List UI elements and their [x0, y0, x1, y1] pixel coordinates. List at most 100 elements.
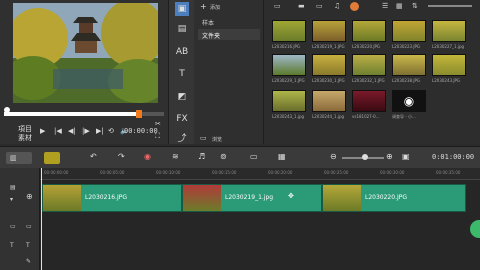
folder-item-sample[interactable]: 样本	[202, 18, 214, 27]
video-track-icon[interactable]: ▤	[10, 184, 16, 191]
prev-frame-icon[interactable]: ◀|	[68, 127, 76, 135]
video-filter-icon[interactable]: ▬	[298, 2, 305, 10]
graphic-icon[interactable]: ◩	[175, 90, 189, 104]
preview-image	[13, 3, 158, 103]
timeline-ruler[interactable]: 00:00:00:00 00:00:05:00 00:00:10:00 00:0…	[40, 168, 480, 180]
library-label-5: L2030227_1.jpg	[432, 44, 465, 49]
browse-label[interactable]: 浏览	[212, 136, 222, 143]
home-icon[interactable]: |◀	[54, 127, 62, 135]
list-view-icon[interactable]: ☰	[382, 2, 388, 10]
repeat-icon[interactable]: ⟲	[108, 127, 114, 135]
thumbnail-view-icon[interactable]: ▦	[396, 2, 403, 10]
mark-out-handle[interactable]	[136, 110, 142, 118]
library-thumb-7[interactable]	[312, 54, 346, 76]
motion-tracking-icon[interactable]: ⊚	[220, 152, 227, 161]
library-label-1: L2030216.JPG	[272, 44, 301, 49]
library-label-14: 调查导 - 小...	[392, 114, 416, 119]
library-thumb-5[interactable]	[432, 20, 466, 42]
thumbnail-size-slider[interactable]	[428, 5, 472, 7]
add-folder-label[interactable]: 添加	[210, 4, 220, 11]
filter-icon[interactable]: FX	[175, 112, 189, 126]
add-track-icon[interactable]	[470, 220, 480, 238]
import-folder-icon[interactable]: ▭	[274, 2, 281, 10]
sound-mixer-icon[interactable]: ≋	[172, 152, 179, 161]
timeline-playhead[interactable]	[41, 168, 42, 270]
library-label-7: L2030230_1.JPG	[312, 78, 345, 83]
preview-video[interactable]	[13, 3, 158, 103]
track-visibility-icon[interactable]: ⊕	[26, 192, 33, 201]
sort-icon[interactable]: ⇅	[412, 2, 418, 10]
zoom-out-icon[interactable]: ⊖	[330, 152, 337, 161]
library-thumb-14[interactable]: ◉	[392, 90, 426, 112]
path-icon[interactable]: ⤴	[175, 130, 189, 144]
library-thumb-8[interactable]	[352, 54, 386, 76]
title-track-label[interactable]: T	[10, 242, 14, 249]
transition-icon[interactable]: AB	[175, 45, 189, 59]
fit-project-icon[interactable]: ▣	[402, 152, 410, 161]
clip-name-1: L2030216.JPG	[85, 194, 128, 201]
library-label-6: L2030229_1.JPG	[272, 78, 305, 83]
library-thumb-1[interactable]	[272, 20, 306, 42]
library-label-9: L2030238.JPG	[392, 78, 421, 83]
ruler-tick: 00:00:15:00	[212, 170, 237, 175]
timeline-toolbar: ▥ ↶ ↷ ◉ ≋ ♬ ⊚ ▭ ▦ ⊖ ⊕ ▣ 0:01:00:00	[0, 146, 480, 168]
library-thumb-11[interactable]	[272, 90, 306, 112]
split-icon[interactable]: ✂	[155, 120, 161, 128]
overlay-visibility-icon[interactable]: ▭	[26, 223, 32, 230]
title-track-icon[interactable]: T	[26, 242, 30, 249]
ruler-tick: 00:00:10:00	[156, 170, 181, 175]
add-folder-icon[interactable]: +	[200, 2, 207, 11]
timeline-view-button[interactable]	[44, 152, 60, 164]
subtitle-editor-icon[interactable]: ▭	[250, 152, 258, 161]
audio-filter-icon[interactable]: ♫	[334, 2, 340, 10]
title-icon[interactable]: T	[175, 67, 189, 81]
next-frame-icon[interactable]: |▶	[82, 127, 90, 135]
end-icon[interactable]: ▶|	[96, 127, 104, 135]
zoom-slider-handle[interactable]	[362, 154, 368, 160]
library-label-4: L2030223.JPG	[392, 44, 421, 49]
move-cursor-icon: ✥	[288, 192, 294, 200]
library-thumb-4[interactable]	[392, 20, 426, 42]
ruler-tick: 00:00:30:00	[380, 170, 405, 175]
library-thumb-13[interactable]	[352, 90, 386, 112]
multi-camera-icon[interactable]: ▦	[278, 152, 286, 161]
library-label-12: L2030244_1.jpg	[312, 114, 345, 119]
timeline-clip-1[interactable]: L2030216.JPG	[42, 184, 182, 212]
voice-track-icon[interactable]: ✎	[26, 258, 31, 265]
undo-icon[interactable]: ↶	[90, 152, 97, 161]
project-duration[interactable]: 0:01:00:00	[432, 153, 474, 161]
preview-timecode[interactable]: 00:00:00	[124, 127, 158, 135]
library-label-3: L2030220.JPG	[352, 44, 381, 49]
play-icon[interactable]: ▶	[40, 127, 45, 135]
fullscreen-icon[interactable]: ⛶	[155, 132, 160, 141]
media-library: ▭ ▬ ▭ ♫ ☰ ▦ ⇅ L2030216.JPG L2030219_1.JP…	[264, 0, 480, 144]
ruler-tick: 00:00:25:00	[324, 170, 349, 175]
clip-thumb-3	[323, 185, 361, 211]
library-thumb-9[interactable]	[392, 54, 426, 76]
library-thumb-12[interactable]	[312, 90, 346, 112]
library-label-8: L2030232_1.JPG	[352, 78, 385, 83]
mode-clip[interactable]: 素材	[18, 133, 32, 143]
browse-icon[interactable]: ▭	[200, 134, 207, 142]
record-capture-icon[interactable]: ◉	[144, 152, 151, 161]
media-icon[interactable]: ▣	[175, 2, 189, 16]
lock-icon[interactable]: ▾	[10, 196, 13, 203]
zoom-in-icon[interactable]: ⊕	[386, 152, 393, 161]
instant-project-icon[interactable]: ▤	[175, 22, 189, 36]
timeline-clip-2[interactable]: L2030219_1.jpg	[182, 184, 322, 212]
auto-music-icon[interactable]: ♬	[198, 152, 205, 161]
library-thumb-2[interactable]	[312, 20, 346, 42]
clip-thumb-2	[183, 185, 221, 211]
library-thumb-3[interactable]	[352, 20, 386, 42]
record-icon[interactable]	[350, 2, 359, 11]
redo-icon[interactable]: ↷	[118, 152, 125, 161]
storyboard-icon: ▥	[10, 154, 17, 162]
library-thumb-6[interactable]	[272, 54, 306, 76]
photo-filter-icon[interactable]: ▭	[316, 2, 323, 10]
library-label-13: vs181027-0...	[352, 114, 380, 119]
track-headers: ▤ ⊕ ▾ ▭ ▭ T T ✎	[0, 168, 40, 270]
folder-item-folder[interactable]: 文件夹	[202, 31, 220, 40]
timeline-clip-3[interactable]: L2030220.JPG	[322, 184, 466, 212]
library-thumb-10[interactable]	[432, 54, 466, 76]
overlay-track-icon[interactable]: ▭	[10, 223, 16, 230]
